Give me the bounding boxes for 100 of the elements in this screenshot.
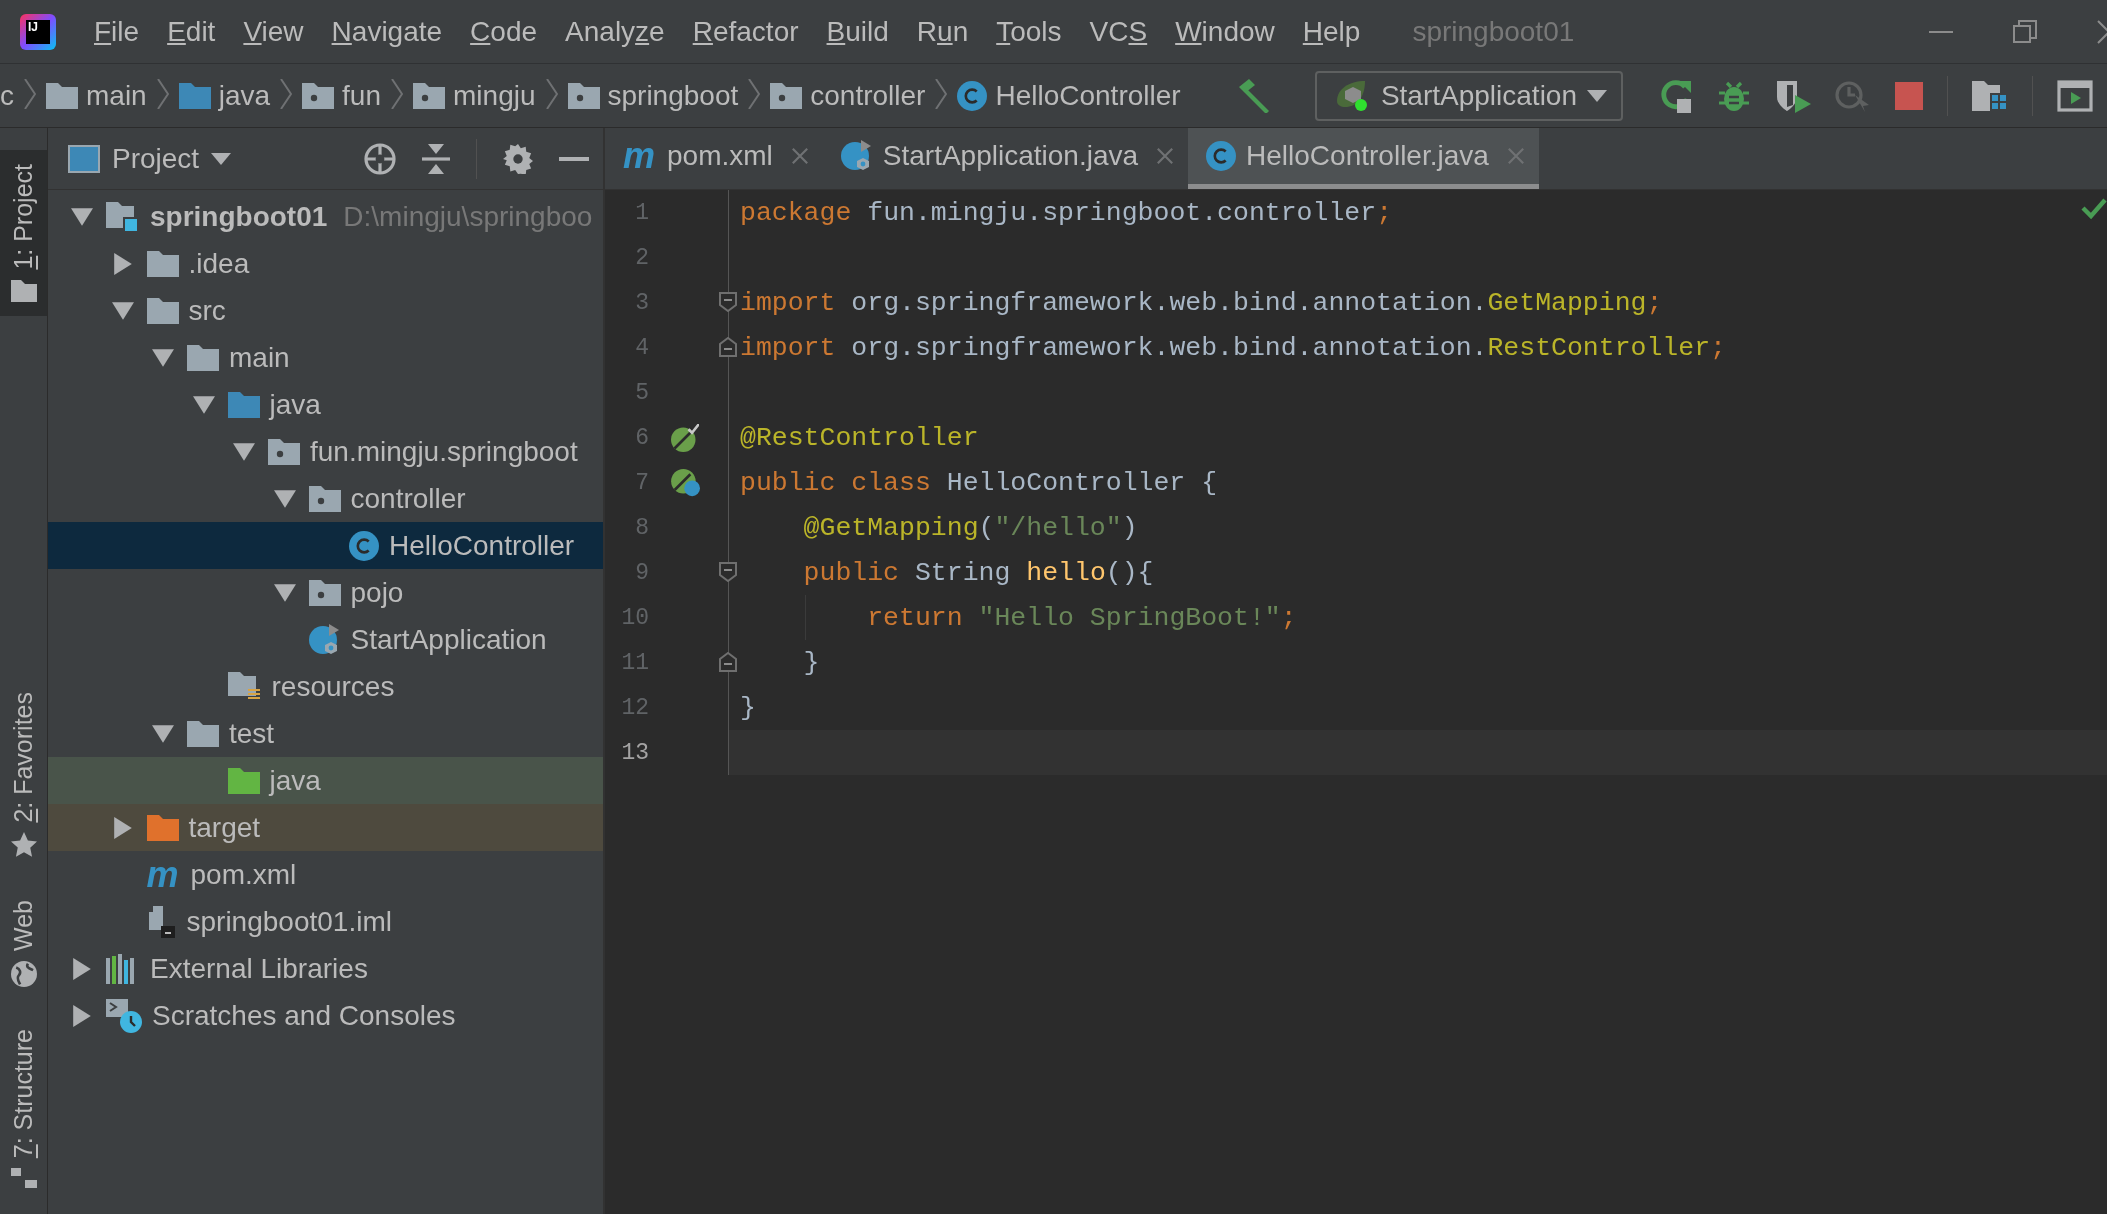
editor-tab[interactable]: StartApplication.java: [822, 128, 1189, 189]
module-folder-icon: [106, 201, 140, 232]
tree-item[interactable]: pojo: [48, 569, 603, 616]
folder-icon: [10, 279, 37, 302]
folder-icon: [178, 82, 211, 109]
chevron-icon: [748, 78, 761, 109]
menu-item[interactable]: Window: [1161, 15, 1289, 48]
tool-window-button[interactable]: Web: [0, 886, 47, 1002]
collapse-arrow-icon[interactable]: [273, 489, 296, 508]
panel-title[interactable]: Project: [112, 142, 200, 175]
rerun-icon[interactable]: [1659, 78, 1693, 113]
line-number: 5: [634, 379, 649, 406]
menu-item[interactable]: Code: [456, 15, 552, 48]
tool-window-button[interactable]: 1: Project: [0, 150, 47, 316]
chevron-icon: [24, 78, 36, 109]
collapse-arrow-icon[interactable]: [152, 724, 174, 743]
fold-marker-icon[interactable]: [719, 652, 737, 672]
breadcrumb[interactable]: springboot: [567, 79, 739, 112]
tree-item[interactable]: Scratches and Consoles: [48, 992, 603, 1039]
coverage-icon[interactable]: [1775, 78, 1811, 113]
breadcrumb[interactable]: c: [0, 79, 14, 112]
breadcrumb[interactable]: mingju: [413, 79, 536, 112]
tree-item[interactable]: test: [48, 710, 603, 757]
expand-arrow-icon[interactable]: [113, 252, 132, 275]
expand-arrow-icon[interactable]: [73, 957, 91, 980]
chevron-icon: [391, 78, 403, 109]
stop-icon[interactable]: [1895, 81, 1923, 110]
menu-item[interactable]: Help: [1288, 15, 1375, 48]
line-number: 10: [620, 604, 649, 631]
file-icon: [146, 905, 177, 938]
tree-item[interactable]: controller: [48, 475, 603, 522]
menu-item[interactable]: Navigate: [317, 15, 457, 48]
bean-icon[interactable]: [671, 468, 701, 497]
tool-window-button[interactable]: 7: Structure: [0, 1015, 47, 1205]
breadcrumb[interactable]: HelloController: [957, 79, 1181, 112]
tree-item[interactable]: src: [48, 287, 603, 334]
tree-item-label: springboot01.iml: [186, 905, 392, 938]
tree-item[interactable]: StartApplication: [48, 616, 603, 663]
tree-item[interactable]: resources: [48, 663, 603, 710]
menu-item[interactable]: Build: [812, 15, 903, 48]
tree-item[interactable]: main: [48, 334, 603, 381]
menu-item[interactable]: View: [229, 15, 318, 48]
tree-item[interactable]: springboot01 D:\mingju\springboo: [48, 193, 603, 240]
editor-tab[interactable]: HelloController.java: [1188, 128, 1539, 189]
line-number: 11: [620, 649, 649, 676]
collapse-arrow-icon[interactable]: [111, 301, 134, 320]
settings-icon[interactable]: [503, 143, 533, 174]
tree-item[interactable]: target: [48, 804, 603, 851]
menu-item[interactable]: Refactor: [678, 15, 813, 48]
breadcrumb[interactable]: controller: [770, 79, 926, 112]
collapse-arrow-icon[interactable]: [192, 395, 215, 414]
breadcrumb[interactable]: fun: [302, 79, 381, 112]
expand-arrow-icon[interactable]: [73, 1004, 91, 1027]
tree-item[interactable]: java: [48, 381, 603, 428]
tree-item-label: java: [269, 388, 321, 421]
menu-item[interactable]: Analyze: [551, 15, 679, 48]
collapse-arrow-icon[interactable]: [71, 207, 93, 226]
menu-item[interactable]: Run: [902, 15, 983, 48]
fold-marker-icon[interactable]: [719, 292, 737, 312]
breadcrumb[interactable]: java: [178, 79, 271, 112]
tree-item-label: main: [229, 341, 290, 374]
folder-icon: [146, 297, 179, 324]
collapse-arrow-icon[interactable]: [273, 583, 296, 602]
maven-icon: m: [623, 141, 657, 171]
chevron-icon: [156, 78, 169, 109]
tree-item[interactable]: java: [48, 757, 603, 804]
tree-item[interactable]: .idea: [48, 240, 603, 287]
collapse-arrow-icon[interactable]: [152, 348, 174, 367]
code-line: import org.springframework.web.bind.annotation.RestController;: [740, 332, 1726, 363]
fold-marker-icon[interactable]: [719, 562, 737, 582]
collapse-all-icon[interactable]: [422, 143, 450, 174]
menu-item[interactable]: Tools: [982, 15, 1076, 48]
run-configuration-dropdown[interactable]: StartApplication: [1314, 70, 1623, 121]
minimize-icon[interactable]: [559, 156, 589, 161]
line-number: 6: [634, 424, 649, 451]
tree-item[interactable]: External Libraries: [48, 945, 603, 992]
menu-item[interactable]: Edit: [153, 15, 230, 48]
tool-window-button[interactable]: 2: Favorites: [0, 677, 47, 873]
code-line: public String hello(){: [802, 557, 1154, 588]
tree-item[interactable]: fun.mingju.springboot: [48, 428, 603, 475]
tree-item[interactable]: springboot01.iml: [48, 898, 603, 945]
package-icon: [413, 82, 445, 109]
bean-icon[interactable]: [671, 423, 699, 452]
tree-item[interactable]: HelloController: [48, 522, 603, 569]
expand-arrow-icon[interactable]: [113, 816, 132, 839]
crosshair-icon[interactable]: [364, 142, 396, 175]
menu-item[interactable]: VCS: [1075, 15, 1162, 48]
collapse-arrow-icon[interactable]: [233, 442, 255, 461]
menu-item[interactable]: File: [80, 15, 154, 48]
fold-marker-icon[interactable]: [719, 337, 737, 357]
folder-icon: [46, 82, 78, 109]
restore-icon[interactable]: [2013, 19, 2037, 44]
line-number: 7: [634, 469, 649, 496]
project-structure-icon[interactable]: [1972, 80, 2008, 111]
editor-tab[interactable]: m pom.xml: [605, 128, 823, 189]
app-logo: IJ: [20, 13, 56, 50]
run-window-icon[interactable]: [2057, 79, 2093, 112]
breadcrumb[interactable]: main: [46, 79, 147, 112]
tree-item-label: resources: [271, 670, 395, 703]
tree-item[interactable]: m pom.xml: [48, 851, 603, 898]
